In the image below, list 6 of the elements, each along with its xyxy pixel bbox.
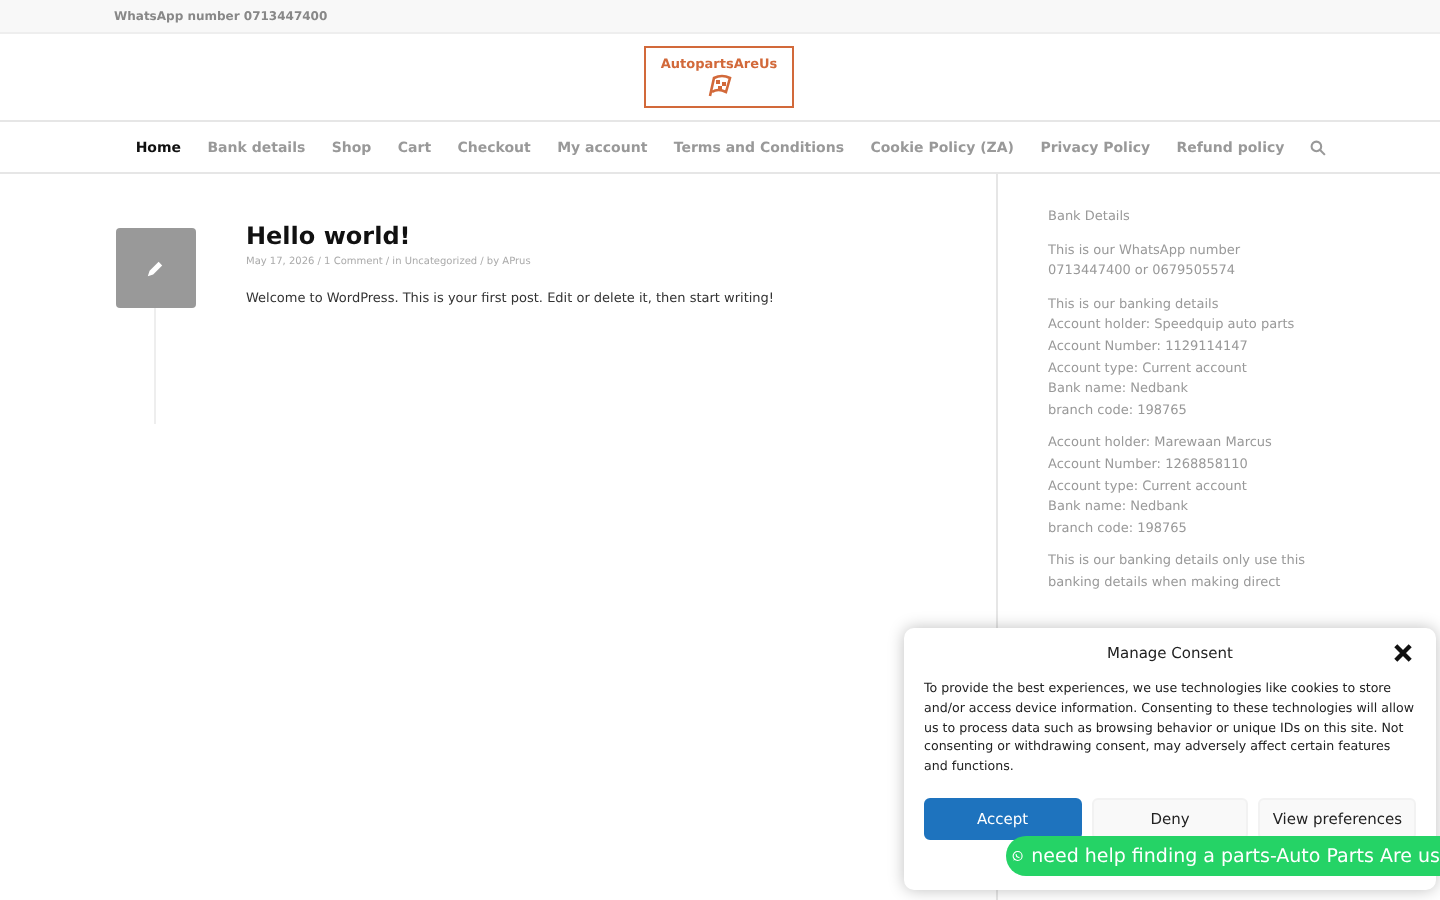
close-icon[interactable]: [1394, 644, 1412, 662]
post-title[interactable]: Hello world!: [246, 222, 775, 250]
search-icon[interactable]: [1309, 139, 1326, 155]
checkered-flag-icon: [703, 74, 735, 98]
pencil-icon: [146, 259, 164, 277]
whatsapp-chat-button[interactable]: need help finding a parts-Auto Parts Are us: [1006, 836, 1440, 876]
